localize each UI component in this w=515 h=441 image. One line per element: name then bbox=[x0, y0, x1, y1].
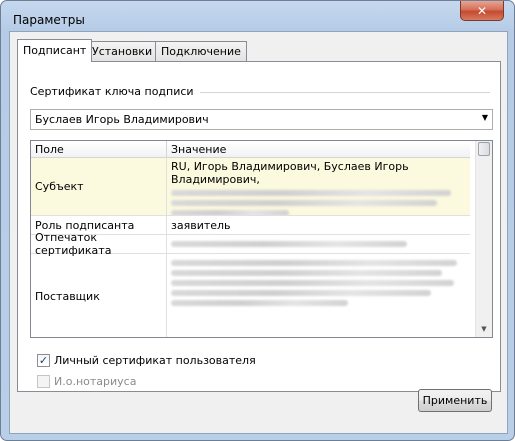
checkmark-icon[interactable]: ✓ bbox=[37, 354, 50, 367]
tab-label: Подписант bbox=[23, 44, 87, 57]
redacted-text bbox=[171, 200, 437, 206]
redacted-text bbox=[171, 210, 289, 215]
table-row[interactable]: Субъект RU, Игорь Владимирович, Буслаев … bbox=[31, 158, 470, 216]
value-cell bbox=[167, 235, 470, 253]
grid-scrollbar[interactable]: ▲ ▼ bbox=[475, 141, 492, 337]
tab-connection[interactable]: Подключение bbox=[155, 41, 247, 61]
checkbox-label: Личный сертификат пользователя bbox=[54, 354, 256, 367]
close-icon: ✕ bbox=[476, 3, 488, 18]
redacted-text bbox=[171, 190, 452, 196]
redacted-text bbox=[171, 270, 443, 276]
dialog-window: Параметры ✕ Подписант Установки Подключе… bbox=[0, 0, 515, 441]
value-text: RU, Игорь Владимирович, Буслаев Игорь Вл… bbox=[171, 160, 409, 186]
acting-notary-checkbox[interactable]: И.о.нотариуса bbox=[37, 375, 136, 388]
personal-certificate-checkbox[interactable]: ✓ Личный сертификат пользователя bbox=[37, 354, 256, 367]
title-bar[interactable]: Параметры ✕ bbox=[1, 1, 514, 31]
redacted-text bbox=[171, 300, 348, 306]
group-divider bbox=[200, 92, 490, 93]
chevron-down-icon: ▼ bbox=[481, 113, 488, 122]
value-cell bbox=[167, 254, 470, 337]
field-cell: Поставщик bbox=[31, 254, 167, 337]
value-cell: RU, Игорь Владимирович, Буслаев Игорь Вл… bbox=[167, 158, 470, 215]
tab-settings[interactable]: Установки bbox=[86, 41, 159, 61]
apply-button[interactable]: Применить bbox=[418, 389, 492, 412]
table-row[interactable]: Поставщик bbox=[31, 254, 470, 337]
tab-label: Установки bbox=[92, 45, 153, 58]
dialog-body: Подписант Установки Подключение Сертифик… bbox=[9, 31, 508, 434]
redacted-text bbox=[171, 280, 455, 286]
certificate-select-value: Буслаев Игорь Владимирович bbox=[35, 113, 209, 126]
tab-panel-signer: Сертификат ключа подписи Буслаев Игорь В… bbox=[17, 61, 501, 392]
arrow-down-icon[interactable]: ▼ bbox=[476, 322, 492, 337]
column-header-value[interactable]: Значение bbox=[167, 141, 470, 158]
certificate-group-label: Сертификат ключа подписи bbox=[30, 85, 194, 98]
certificate-properties-grid[interactable]: Поле Значение Субъект RU, Игорь Владимир… bbox=[30, 140, 493, 338]
tab-label: Подключение bbox=[161, 45, 241, 58]
checkbox-label: И.о.нотариуса bbox=[54, 375, 137, 388]
field-cell: Субъект bbox=[31, 158, 167, 215]
tab-signer[interactable]: Подписант bbox=[17, 39, 93, 62]
checkbox-box[interactable] bbox=[37, 375, 50, 388]
column-header-field[interactable]: Поле bbox=[31, 141, 167, 158]
table-row[interactable]: Отпечаток сертификата bbox=[31, 231, 470, 257]
scrollbar-thumb[interactable] bbox=[478, 142, 490, 156]
close-button[interactable]: ✕ bbox=[460, 1, 504, 21]
redacted-text bbox=[171, 290, 431, 296]
value-cell: заявитель bbox=[171, 219, 231, 232]
redacted-text bbox=[171, 260, 458, 266]
grid-header: Поле Значение bbox=[31, 141, 470, 158]
redacted-text bbox=[171, 241, 407, 247]
field-cell: Отпечаток сертификата bbox=[31, 231, 167, 257]
certificate-select[interactable]: Буслаев Игорь Владимирович ▼ bbox=[30, 109, 493, 130]
window-title: Параметры bbox=[13, 13, 85, 27]
